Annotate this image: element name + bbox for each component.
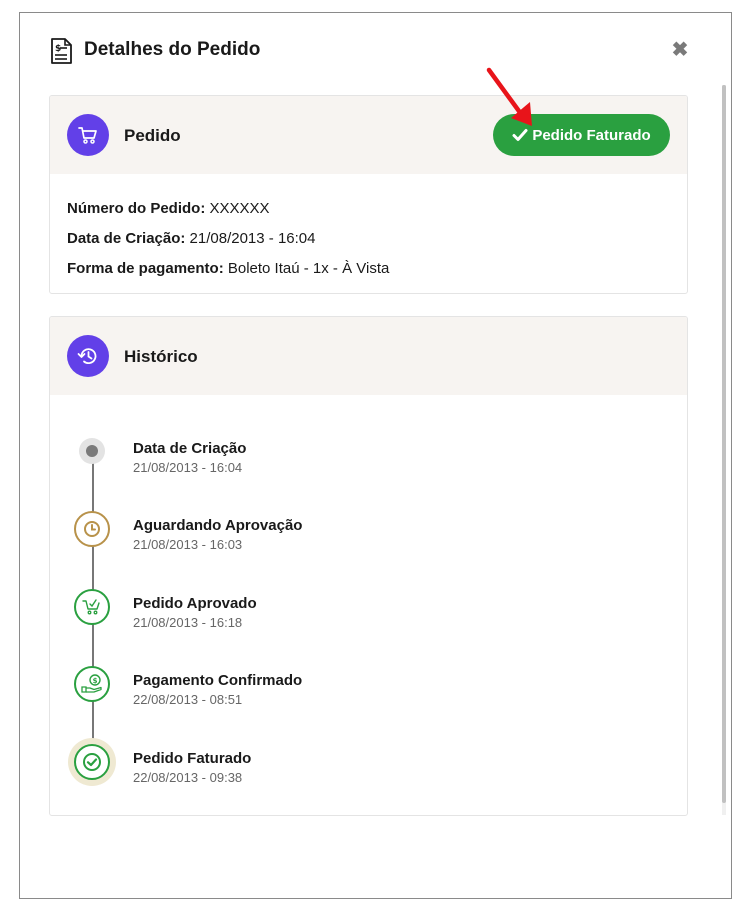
payment-icon: $ [74,666,110,702]
dot-icon [79,438,105,464]
event-date: 21/08/2013 - 16:18 [133,615,243,630]
cart-check-icon [74,589,110,625]
event-title: Pagamento Confirmado [133,672,303,689]
order-card: Pedido Pedido Faturado Número do Pedido:… [49,95,688,294]
event-title: Aguardando Aprovação [133,517,303,534]
order-card-header: Pedido Pedido Faturado [50,96,687,174]
event-date: 21/08/2013 - 16:03 [133,537,243,552]
history-icon [67,335,109,377]
history-card-header: Histórico [50,317,687,395]
close-icon[interactable]: ✖ [671,40,689,60]
event-date: 22/08/2013 - 09:38 [133,770,243,785]
order-number-row: Número do Pedido: XXXXXX [67,199,687,229]
svg-text:$: $ [55,44,61,54]
scrollbar-thumb[interactable] [722,85,726,803]
svg-text:$: $ [93,677,98,685]
creation-date-label: Data de Criação: [67,230,186,247]
payment-method-value: Boleto Itaú - 1x - À Vista [227,260,390,277]
timeline-event: Aguardando Aprovação 21/08/2013 - 16:03 [50,505,687,565]
order-info: Número do Pedido: XXXXXX Data de Criação… [50,174,687,289]
check-circle-icon [74,744,110,780]
clock-icon [74,511,110,547]
order-details-modal: $ Detalhes do Pedido ✖ Pedido Pedido Fat… [19,12,732,899]
order-number-value: XXXXXX [209,200,270,217]
history-card-title: Histórico [124,347,198,366]
timeline-event: $ Pagamento Confirmado 22/08/2013 - 08:5… [50,660,687,720]
event-date: 22/08/2013 - 08:51 [133,692,243,707]
event-date: 21/08/2013 - 16:04 [133,460,243,475]
order-number-label: Número do Pedido: [67,200,206,217]
event-title: Pedido Faturado [133,750,252,767]
event-title: Data de Criação [133,440,247,457]
order-status-badge[interactable]: Pedido Faturado [493,114,670,156]
creation-date-value: 21/08/2013 - 16:04 [189,230,316,247]
modal-header: $ Detalhes do Pedido ✖ [20,13,731,85]
history-card: Histórico Data de Criação 21/08/2013 - 1… [49,316,688,816]
payment-method-label: Forma de pagamento: [67,260,224,277]
order-status-label: Pedido Faturado [532,126,651,144]
timeline-event: Data de Criação 21/08/2013 - 16:04 [50,427,687,487]
scrollbar[interactable] [722,85,726,815]
event-title: Pedido Aprovado [133,595,257,612]
timeline-event: Pedido Aprovado 21/08/2013 - 16:18 [50,583,687,643]
cart-icon [67,114,109,156]
creation-date-row: Data de Criação: 21/08/2013 - 16:04 [67,229,687,259]
timeline-event: Pedido Faturado 22/08/2013 - 09:38 [50,738,687,798]
payment-method-row: Forma de pagamento: Boleto Itaú - 1x - À… [67,259,687,289]
order-card-title: Pedido [124,126,181,145]
invoice-icon: $ [51,38,72,64]
check-icon [512,129,528,141]
modal-title: Detalhes do Pedido [84,39,261,60]
